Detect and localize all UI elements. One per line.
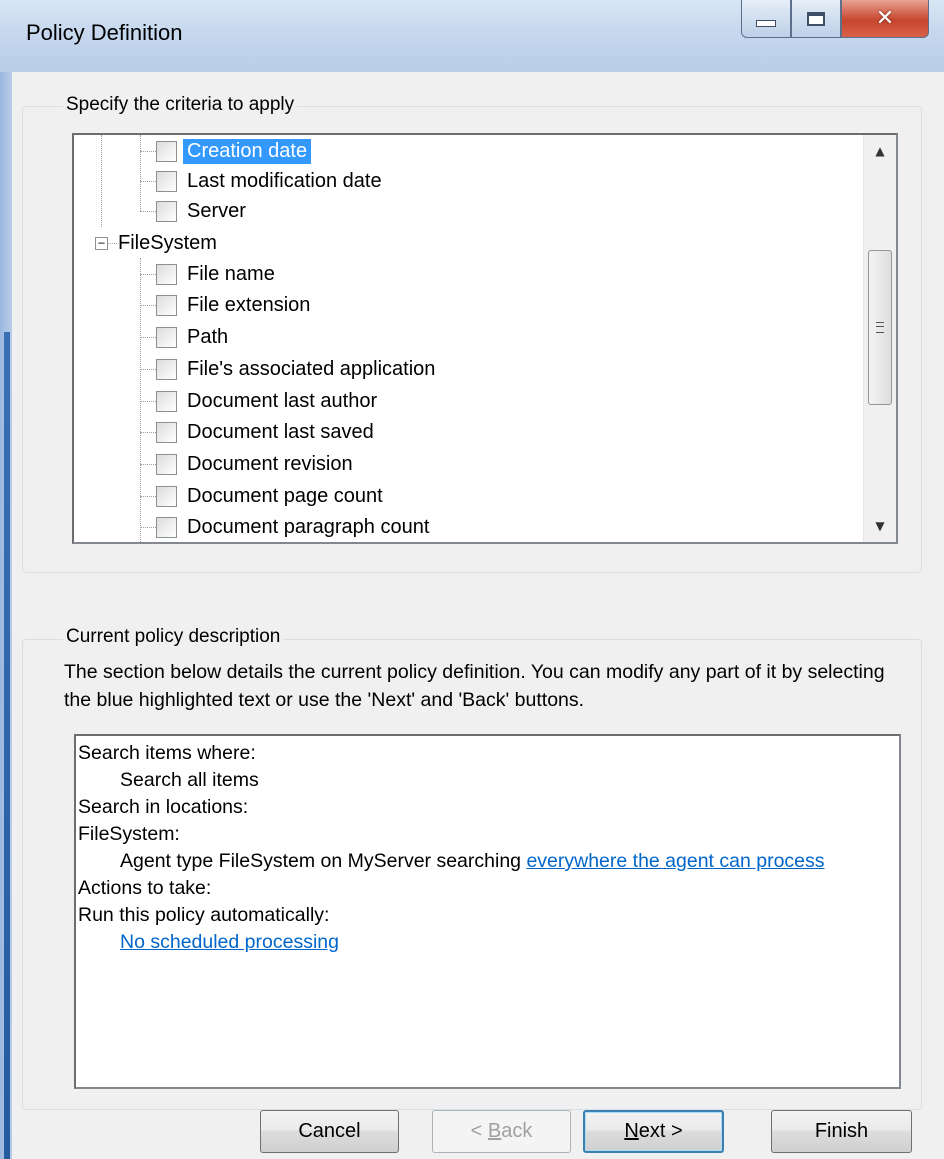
criteria-tree[interactable]: − Creation date Last modification date S…: [72, 133, 898, 544]
schedule-link[interactable]: No scheduled processing: [120, 931, 339, 953]
search-items-where-line: Search items where:: [78, 742, 256, 764]
tree-guide-line: [101, 135, 102, 227]
tree-branch: [140, 180, 156, 182]
tree-item-label: Path: [187, 325, 229, 348]
tree-item-label: Document page count: [187, 484, 383, 507]
scrollbar-thumb[interactable]: [868, 250, 892, 405]
tree-branch: [140, 495, 156, 497]
tree-item-document-last-saved[interactable]: Document last saved: [140, 416, 378, 448]
file-name-checkbox[interactable]: [156, 263, 177, 285]
tree-branch: [140, 210, 156, 212]
document-revision-checkbox[interactable]: [156, 453, 177, 475]
tree-item-label: Document revision: [187, 452, 353, 475]
minimize-icon: [756, 20, 776, 27]
maximize-icon: [807, 11, 825, 26]
tree-item-label: File extension: [187, 293, 311, 316]
close-icon: ✕: [875, 6, 895, 31]
creation-date-checkbox[interactable]: [156, 140, 177, 162]
tree-item-label: File name: [187, 262, 275, 285]
close-button[interactable]: ✕: [841, 0, 929, 38]
agent-line-text: Agent type FileSystem on MyServer search…: [120, 850, 527, 872]
document-last-saved-checkbox[interactable]: [156, 421, 177, 443]
tree-branch: [140, 368, 156, 370]
cancel-button[interactable]: Cancel: [260, 1110, 399, 1153]
search-in-locations-line: Search in locations:: [78, 796, 249, 818]
description-group-label: Current policy description: [63, 626, 284, 648]
dialog-client-area: Specify the criteria to apply − Creation…: [12, 72, 944, 1159]
server-checkbox[interactable]: [156, 200, 177, 222]
back-button[interactable]: < Back: [432, 1110, 571, 1153]
tree-node-label: FileSystem: [118, 231, 217, 254]
schedule-line: No scheduled processing: [78, 929, 899, 956]
tree-item-path[interactable]: Path: [140, 321, 232, 353]
grip-icon: [876, 322, 884, 333]
tree-item-last-modification-date[interactable]: Last modification date: [140, 165, 386, 197]
tree-item-creation-date[interactable]: Creation date: [140, 135, 312, 167]
criteria-group-label: Specify the criteria to apply: [63, 94, 298, 116]
filesystem-line: FileSystem:: [78, 823, 180, 845]
tree-branch: [140, 526, 156, 528]
tree-item-label: Creation date: [183, 138, 312, 164]
window-left-border: [0, 72, 12, 1159]
agent-line: Agent type FileSystem on MyServer search…: [78, 848, 838, 875]
tree-item-document-page-count[interactable]: Document page count: [140, 480, 387, 512]
back-rest: ack: [501, 1120, 533, 1142]
tree-node-filesystem[interactable]: FileSystem: [114, 227, 221, 259]
back-mnemonic: B: [487, 1120, 502, 1142]
actions-to-take-line: Actions to take:: [78, 877, 212, 899]
next-button[interactable]: Next >: [583, 1110, 724, 1153]
document-page-count-checkbox[interactable]: [156, 485, 177, 507]
tree-branch: [140, 304, 156, 306]
title-bar[interactable]: Policy Definition ✕: [0, 0, 944, 72]
maximize-button[interactable]: [791, 0, 841, 38]
document-last-author-checkbox[interactable]: [156, 390, 177, 412]
tree-item-file-name[interactable]: File name: [140, 258, 279, 290]
criteria-tree-scrollbar[interactable]: ▲ ▼: [863, 135, 896, 542]
search-all-items-line: Search all items: [120, 769, 259, 791]
agent-scope-link[interactable]: everywhere the agent can process: [526, 850, 824, 872]
tree-branch: [140, 431, 156, 433]
scroll-down-arrow-icon[interactable]: ▼: [864, 510, 896, 542]
description-intro: The section below details the current po…: [64, 661, 885, 711]
policy-description-panel[interactable]: Search items where: Search all items Sea…: [74, 734, 901, 1089]
finish-button[interactable]: Finish: [771, 1110, 912, 1153]
tree-branch: [140, 336, 156, 338]
window-title: Policy Definition: [26, 20, 183, 45]
path-checkbox[interactable]: [156, 326, 177, 348]
tree-item-file-extension[interactable]: File extension: [140, 289, 314, 321]
tree-item-label: Document last author: [187, 389, 378, 412]
policy-definition-window: Policy Definition ✕ Specify the criteria…: [0, 0, 944, 1159]
tree-item-document-paragraph-count[interactable]: Document paragraph count: [140, 511, 433, 542]
tree-item-document-revision[interactable]: Document revision: [140, 448, 357, 480]
next-rest: ext >: [638, 1120, 683, 1142]
tree-branch: [140, 463, 156, 465]
tree-branch: [140, 400, 156, 402]
document-paragraph-count-checkbox[interactable]: [156, 516, 177, 538]
file-extension-checkbox[interactable]: [156, 294, 177, 316]
tree-item-server[interactable]: Server: [140, 195, 250, 227]
tree-item-label: File's associated application: [187, 357, 436, 380]
tree-item-label: Document last saved: [187, 420, 374, 443]
tree-item-label: Server: [187, 199, 246, 222]
back-prefix: <: [470, 1120, 488, 1142]
run-automatically-line: Run this policy automatically:: [78, 904, 330, 926]
tree-item-label: Document paragraph count: [187, 515, 430, 538]
tree-item-document-last-author[interactable]: Document last author: [140, 385, 381, 417]
associated-application-checkbox[interactable]: [156, 358, 177, 380]
tree-item-associated-application[interactable]: File's associated application: [140, 353, 439, 385]
last-modification-date-checkbox[interactable]: [156, 170, 177, 192]
minimize-button[interactable]: [741, 0, 791, 38]
scroll-up-arrow-icon[interactable]: ▲: [864, 135, 896, 167]
tree-branch: [140, 150, 156, 152]
tree-item-label: Last modification date: [187, 169, 382, 192]
next-mnemonic: N: [624, 1120, 639, 1142]
tree-branch: [140, 273, 156, 275]
collapse-filesystem-icon[interactable]: −: [95, 237, 108, 250]
